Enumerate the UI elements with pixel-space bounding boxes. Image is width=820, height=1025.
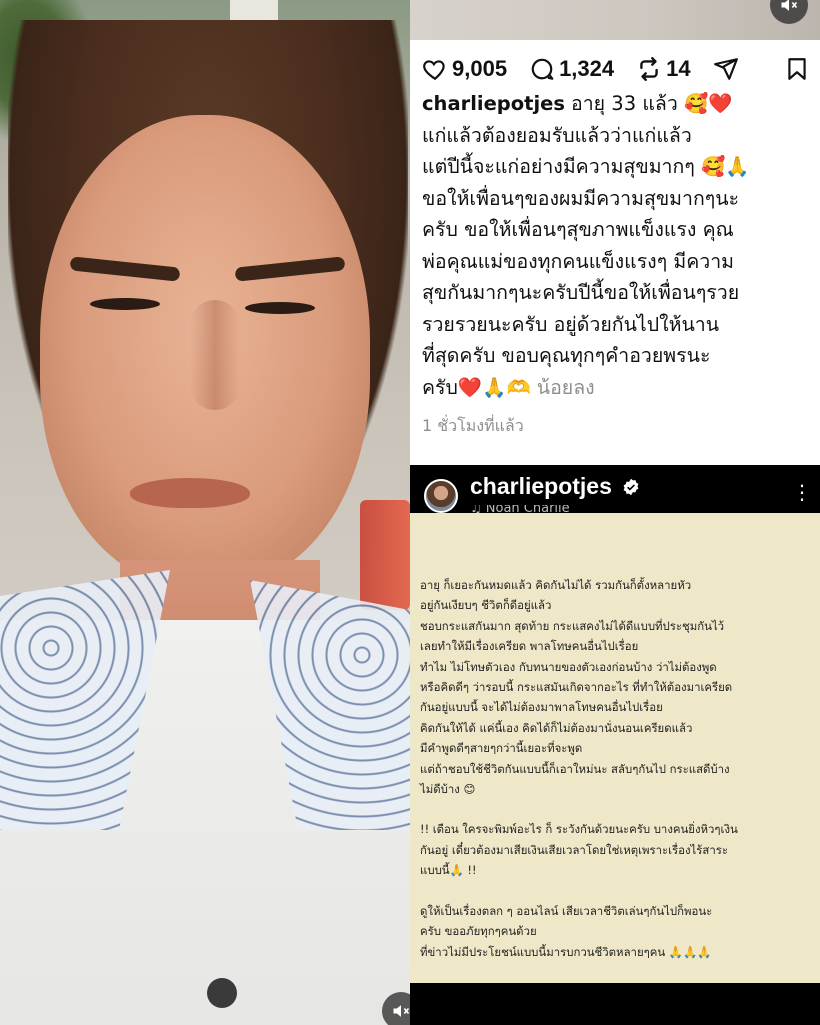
share-icon [713,58,738,80]
shirt-button [207,978,237,1008]
mouth [130,478,250,508]
caption-line-last: ครับ❤️🙏🫶 น้อยลง [422,372,812,404]
nose [190,300,240,410]
story-line: คิดกันให้ได้ แค่นี้เอง คิดได้ก็ไม่ต้องมา… [420,720,693,735]
caption-line: ที่สุดครับ ขอบคุณทุกๆคำอวยพรนะ [422,344,711,367]
like-count: 9,005 [452,56,508,81]
story-line: ครับ ขออภัยทุกๆคนด้วย [420,924,537,939]
story-line: ไม่ดีบ้าง 😊 [420,782,476,797]
comment-button[interactable]: 1,324 [529,56,614,82]
story-text-card: อายุ ก็เยอะกันหมดแล้ว คิดกันไม่ได้ รวมกั… [410,513,820,983]
caption-line: สุขกันมากๆนะครับปีนี้ขอให้เพื่อนๆรวย [422,281,740,304]
post-actions-bar: 9,005 1,324 14 [422,52,810,86]
caption-text: อายุ 33 แล้ว 🥰❤️ [571,92,733,115]
caption-line: รวยรวยนะครับ อยู่ด้วยกันไปให้นาน [422,312,720,336]
story-line: แต่ถ้าชอบใช้ชีวิตกันแบบนี้ก็เอาใหม่นะ สล… [420,761,730,776]
story-music-label: ♫ Noah Charlie [470,505,570,513]
caption-line-first: charliepotjes อายุ 33 แล้ว 🥰❤️ [422,88,812,120]
post-panel: 9,005 1,324 14 charliepotjes อายุ 33 แล้ว… [410,0,820,465]
story-line: เลยทำให้มีเรื่องเครียด พาลโทษคนอื่นไปเรื… [420,639,639,654]
story-line: กันอยู่ เดี๋ยวต้องมาเสียเงินเสียเวลาโดยใ… [420,842,728,857]
repost-count: 14 [666,56,691,81]
show-less-link[interactable]: น้อยลง [537,376,595,399]
comment-count: 1,324 [559,56,615,81]
selfie-photo [0,0,410,1025]
caption-line: แต่ปีนี้จะแก่อย่างมีความสุขมากๆ 🥰🙏 [422,155,750,178]
story-line: กันอยู่แบบนี้ จะได้ไม่ต้องมาพาลโทษคนอื่น… [420,700,663,715]
story-line: อยู่กันเงียบๆ ชีวิตก็ดีอยู่แล้ว [420,598,552,613]
more-options-icon[interactable]: ⋮ [792,482,812,502]
caption-line: ขอให้เพื่อนๆของผมมีความสุขมากๆนะ [422,186,740,210]
story-line: แบบนี้🙏 !! [420,863,477,878]
story-line: ชอบกระแสกันมาก สุดท้าย กระแสคงไม่ได้ดีแบ… [420,618,725,633]
story-line: !! เตือน ใครจะพิมพ์อะไร ก็ ระวังกันด้วยน… [420,822,738,837]
caption-text: ครับ❤️🙏🫶 [422,375,531,399]
story-username[interactable]: charliepotjes [470,473,612,500]
caption-username[interactable]: charliepotjes [422,92,565,115]
repost-icon [640,56,658,82]
story-panel: charliepotjes ♫ Noah Charlie ⋮ อายุ ก็เย… [410,465,820,1025]
story-line: ทำไม ไม่โทษตัวเอง กับทนายของตัวเองก่อนบ้… [420,659,717,674]
video-preview-strip [410,0,820,40]
story-line: ที่ข่าวไม่มีประโยชน์แบบนี้มารบกวนชีวิตหล… [420,944,712,959]
bookmark-button[interactable] [784,56,810,82]
story-line: มีคำพูดดีๆสายๆกว่านี้เยอะที่จะพูด [420,741,583,756]
like-button[interactable]: 9,005 [422,56,507,82]
story-line: ดูให้เป็นเรื่องตลก ๆ ออนไลน์ เสียเวลาชีว… [420,903,713,918]
heart-icon [423,60,445,81]
repost-button[interactable]: 14 [636,56,691,82]
post-caption: charliepotjes อายุ 33 แล้ว 🥰❤️ แก่แล้วต้อ… [422,88,812,403]
caption-line: แก่แล้วต้องยอมรับแล้วว่าแก่แล้ว [422,123,692,147]
story-line: อายุ ก็เยอะกันหมดแล้ว คิดกันไม่ได้ รวมกั… [420,578,692,592]
story-line: หรือคิดดีๆ ว่ารอบนี้ กระแสมันเกิดจากอะไร… [420,680,733,695]
right-eye [245,302,315,314]
verified-badge-icon [623,478,639,496]
caption-line: พ่อคุณแม่ของทุกคนแข็งแรงๆ มีความ [422,249,735,273]
comment-icon [531,58,554,80]
caption-line: ครับ ขอให้เพื่อนๆสุขภาพแข็งแรง คุณ [422,218,734,241]
post-timestamp: 1 ชั่วโมงที่แล้ว [422,416,524,435]
share-button[interactable] [713,56,739,82]
bookmark-icon [788,58,806,80]
avatar[interactable] [424,479,458,513]
left-eye [90,298,160,310]
